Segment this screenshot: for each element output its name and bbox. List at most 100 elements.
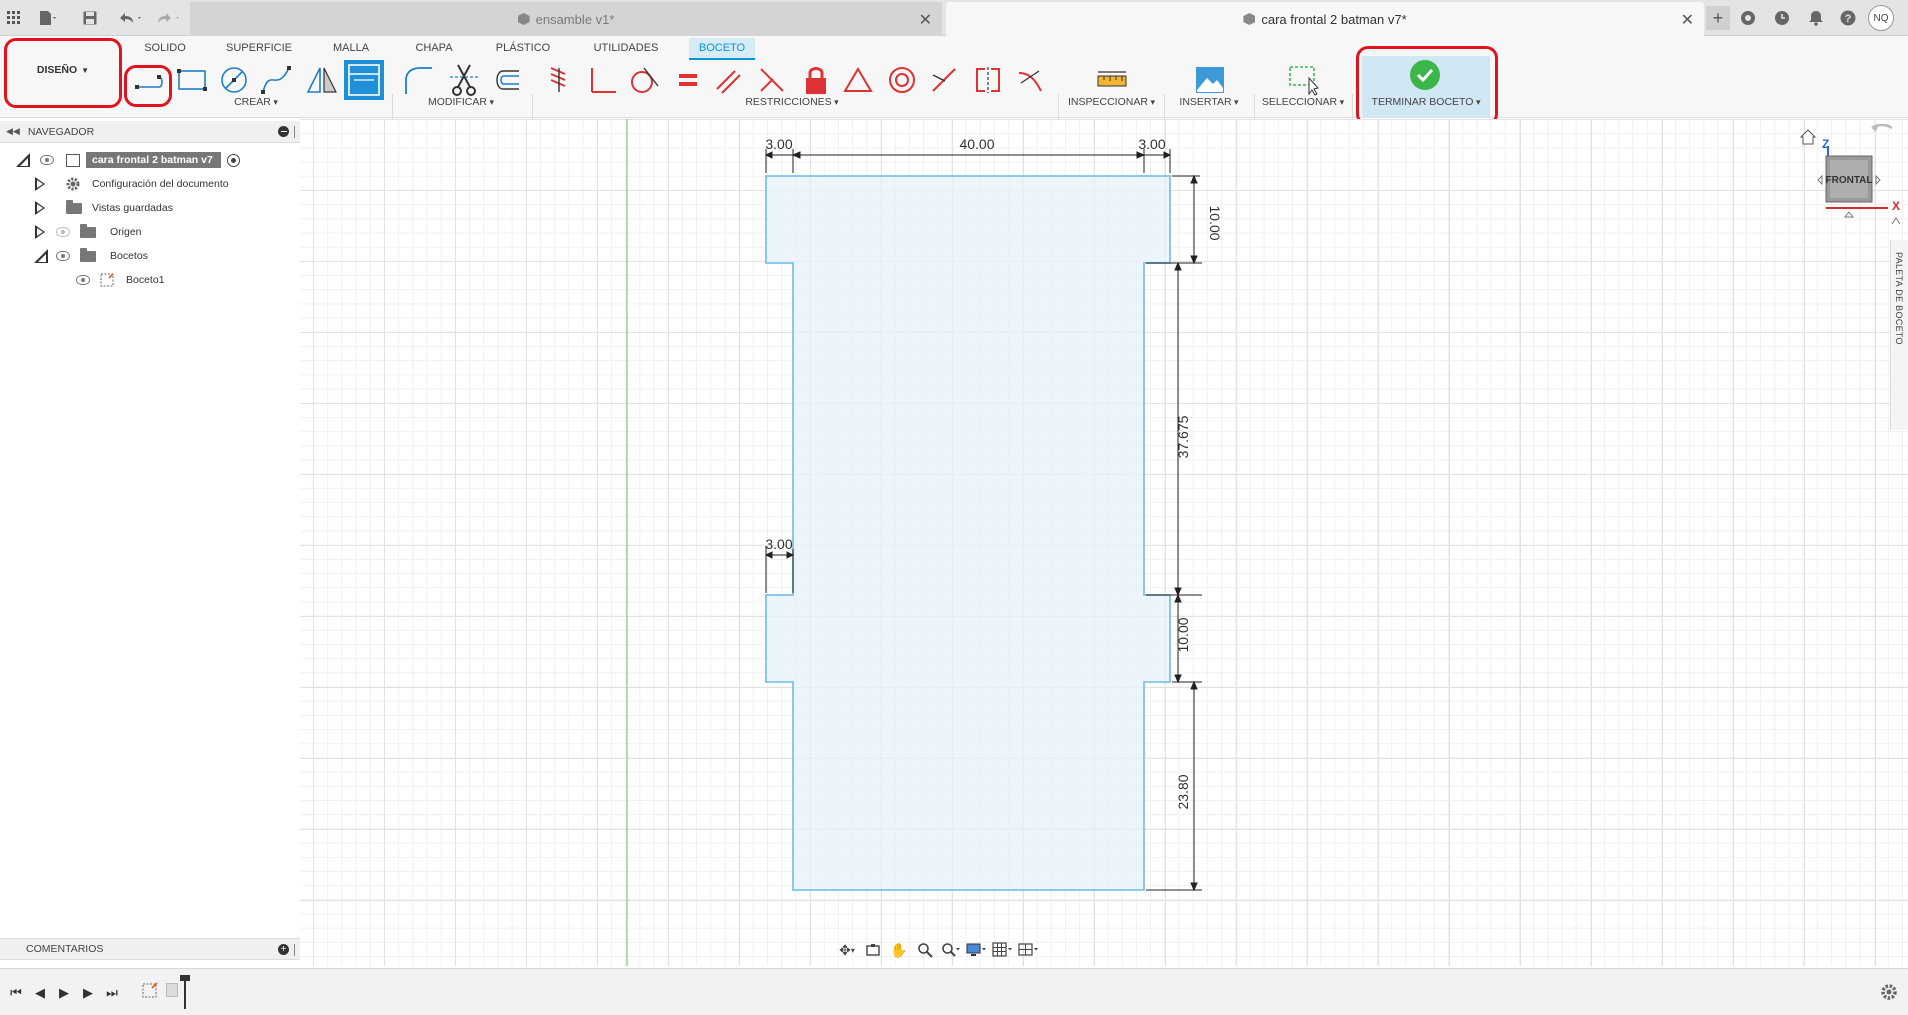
perpendicular-constraint-icon[interactable]: [582, 60, 622, 100]
symmetry-constraint-icon[interactable]: [968, 60, 1008, 100]
tab-plastico[interactable]: PLÁSTICO: [490, 38, 556, 58]
group-seleccionar[interactable]: SELECCIONAR: [1260, 96, 1346, 108]
rotate-arrow-icon[interactable]: [1871, 123, 1893, 132]
doc-tab-ensamble[interactable]: ensamble v1* ✕: [190, 2, 942, 36]
go-to-start-icon[interactable]: ⏮: [6, 984, 26, 1002]
collinear-constraint-icon[interactable]: [752, 60, 792, 100]
home-icon[interactable]: [1799, 129, 1817, 145]
workspace-switcher[interactable]: DISEÑO ▼: [8, 44, 118, 96]
coincident-constraint-icon[interactable]: [538, 60, 578, 100]
notifications-bell-icon[interactable]: [1806, 8, 1826, 28]
help-icon[interactable]: ?: [1838, 8, 1858, 28]
midpoint-constraint-icon[interactable]: [924, 60, 964, 100]
undo-icon[interactable]: [114, 8, 148, 28]
play-icon[interactable]: ▶: [54, 984, 74, 1002]
group-insertar[interactable]: INSERTAR: [1176, 96, 1242, 108]
sketch-canvas[interactable]: 3.00 40.00 3.00 10.00 37.675 10.00 23.80…: [300, 119, 1908, 966]
spline-tool-button[interactable]: [256, 60, 296, 100]
redo-icon[interactable]: [152, 8, 186, 28]
timeline-item[interactable]: [166, 983, 178, 997]
tab-malla[interactable]: MALLA: [326, 38, 376, 58]
parallel-constraint-icon[interactable]: [708, 60, 748, 100]
fix-lock-icon[interactable]: [796, 60, 836, 100]
close-icon[interactable]: ✕: [1681, 10, 1694, 30]
triangle-constraint-icon[interactable]: [838, 60, 878, 100]
tab-boceto[interactable]: BOCETO: [689, 38, 755, 60]
dim-right-2[interactable]: 37.675: [1175, 415, 1191, 458]
pan-hand-icon[interactable]: ✋: [888, 940, 910, 960]
group-inspeccionar[interactable]: INSPECCIONAR: [1068, 96, 1154, 108]
add-comment-icon[interactable]: +: [278, 944, 289, 955]
finish-sketch-button[interactable]: TERMINAR BOCETO: [1362, 56, 1490, 118]
dim-right-4[interactable]: 23.80: [1175, 774, 1191, 809]
expand-right-icon[interactable]: [34, 177, 46, 191]
viewports-icon[interactable]: [1018, 940, 1040, 960]
tree-item-root[interactable]: cara frontal 2 batman v7: [16, 149, 240, 171]
step-back-icon[interactable]: ◀: [30, 984, 50, 1002]
measure-ruler-icon[interactable]: [1092, 60, 1132, 100]
job-status-icon[interactable]: [1772, 8, 1792, 28]
go-to-end-icon[interactable]: ⏭: [102, 984, 122, 1002]
sketch-palette-tab[interactable]: PALETA DE BOCETO: [1890, 240, 1908, 430]
new-tab-icon[interactable]: +: [1706, 6, 1730, 30]
visibility-eye-icon[interactable]: [56, 251, 70, 261]
tab-chapa[interactable]: CHAPA: [409, 38, 459, 58]
group-modificar[interactable]: MODIFICAR: [426, 96, 496, 108]
line-tool-button[interactable]: [130, 60, 170, 100]
viewcube-menu-icon[interactable]: [1891, 217, 1901, 225]
tree-item-sketch1[interactable]: Boceto1: [76, 269, 165, 291]
extensions-icon[interactable]: [1738, 8, 1758, 28]
rectangle-tool-button[interactable]: [172, 60, 212, 100]
tree-item-origin[interactable]: Origen: [34, 221, 142, 243]
group-restricciones[interactable]: RESTRICCIONES: [744, 96, 840, 108]
file-menu-icon[interactable]: [38, 8, 58, 28]
grid-settings-icon[interactable]: [992, 940, 1014, 960]
dimension-top[interactable]: [764, 149, 1172, 173]
dim-right-1[interactable]: 10.00: [1207, 205, 1223, 240]
dim-top-mid[interactable]: 40.00: [959, 136, 994, 152]
dim-top-left[interactable]: 3.00: [765, 136, 792, 152]
look-at-icon[interactable]: [862, 940, 884, 960]
save-icon[interactable]: [80, 8, 100, 28]
close-icon[interactable]: ✕: [919, 10, 932, 30]
expand-down-icon[interactable]: [16, 153, 30, 167]
panel-handle[interactable]: [294, 944, 295, 956]
avatar[interactable]: NQ: [1868, 5, 1894, 31]
fillet-tool-button[interactable]: [398, 60, 438, 100]
visibility-eye-icon[interactable]: [76, 275, 90, 285]
group-crear[interactable]: CREAR: [226, 96, 286, 108]
viewcube[interactable]: FRONTAL Z X: [1799, 123, 1901, 225]
expand-down-icon[interactable]: [34, 249, 48, 263]
dimension-left-notch[interactable]: [764, 546, 795, 593]
arrow-left-icon[interactable]: [1817, 174, 1823, 186]
tree-item-saved-views[interactable]: Vistas guardadas: [34, 197, 173, 219]
tree-item-document-settings[interactable]: Configuración del documento: [34, 173, 229, 195]
dim-top-right[interactable]: 3.00: [1138, 136, 1165, 152]
panel-handle[interactable]: [294, 126, 295, 138]
sketch-profile[interactable]: [765, 175, 1171, 891]
browser-menu-icon[interactable]: [278, 126, 289, 137]
expand-right-icon[interactable]: [34, 225, 46, 239]
timeline-sketch-item[interactable]: [142, 981, 160, 1001]
tab-solido[interactable]: SOLIDO: [140, 38, 190, 58]
arrow-right-icon[interactable]: [1875, 174, 1881, 186]
activate-radio-icon[interactable]: [226, 153, 240, 167]
orbit-icon[interactable]: ✥ ▾: [836, 940, 858, 960]
concentric-constraint-icon[interactable]: [882, 60, 922, 100]
app-grid-icon[interactable]: [4, 8, 24, 28]
visibility-eye-icon[interactable]: [56, 227, 70, 237]
tangent-constraint-icon[interactable]: [624, 60, 664, 100]
dimension-right[interactable]: [1146, 174, 1202, 892]
insert-image-icon[interactable]: [1190, 60, 1230, 100]
tab-utilidades[interactable]: UTILIDADES: [586, 38, 666, 58]
offset-tool-button[interactable]: [486, 60, 526, 100]
mirror-tool-button[interactable]: [302, 60, 342, 100]
text-tool-button[interactable]: [344, 60, 384, 100]
zoom-icon[interactable]: [914, 940, 936, 960]
step-forward-icon[interactable]: ▶: [78, 984, 98, 1002]
collapse-panel-icon[interactable]: ◀◀: [6, 126, 20, 137]
trim-scissors-button[interactable]: [444, 60, 484, 100]
circle-tool-button[interactable]: [214, 60, 254, 100]
dim-right-3[interactable]: 10.00: [1175, 617, 1191, 652]
display-settings-icon[interactable]: [966, 940, 988, 960]
